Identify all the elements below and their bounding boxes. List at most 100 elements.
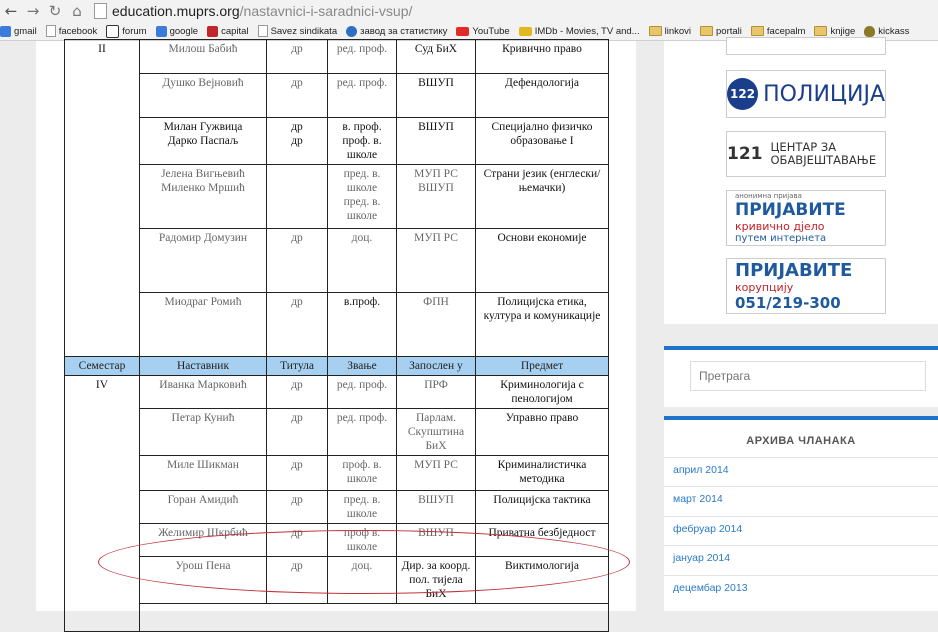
address-bar[interactable]: education.muprs.org/nastavnici-i-saradni… xyxy=(94,3,412,19)
table-row: Горан Амидић др пред. в. школе ВШУП Поли… xyxy=(65,490,609,524)
bookmark-knjige[interactable]: knjige xyxy=(814,26,855,37)
rank-cell: ред. проф. xyxy=(327,375,397,409)
bookmark-capital[interactable]: capital xyxy=(207,25,249,37)
bookmark-kickass[interactable]: kickass xyxy=(864,25,909,37)
bookmark-linkovi[interactable]: linkovi xyxy=(648,26,691,37)
bookmark-google[interactable]: google xyxy=(155,25,198,37)
table-row: Миле Шикман др проф. в. школе МУП РС Кри… xyxy=(65,455,609,491)
title-cell: др xyxy=(266,408,328,456)
teacher-cell: Миле Шикман xyxy=(139,455,267,491)
table-row: Урош Пена др доц. Дир. за коорд. пол. ти… xyxy=(65,556,609,604)
table-row: II Милош Бабић др ред. проф. Суд БиХ Кри… xyxy=(64,39,609,357)
reload-icon[interactable]: ↻ xyxy=(44,2,66,20)
rank-cell: проф в. школе xyxy=(327,523,397,557)
employer-cell: ВШУП xyxy=(396,490,476,524)
title-cell: др xyxy=(266,455,328,491)
subject-cell: Кривично право xyxy=(475,39,609,74)
police-number: 122 xyxy=(727,78,759,110)
table-row: Душко Вејновић др ред. проф. ВШУП Дефенд… xyxy=(65,73,609,118)
subject-cell: Криминологија с пенологијом xyxy=(475,375,609,409)
corruption-red: корупцију xyxy=(735,281,794,294)
rank-cell: ред. проф. xyxy=(327,39,397,74)
archive-link[interactable]: јануар 2014 xyxy=(673,552,730,564)
sidebar: 122 ПОЛИЦИЈА 121 ЦЕНТАР ЗА ОБАВЈЕШТАВАЊЕ… xyxy=(664,37,938,611)
bookmark-facepalm[interactable]: facepalm xyxy=(750,26,805,37)
title-cell: др xyxy=(266,228,328,293)
employer-cell: ВШУП xyxy=(396,117,476,165)
imdb-icon xyxy=(518,26,532,36)
address-row: ← → ↻ ⌂ education.muprs.org/nastavnici-i… xyxy=(0,0,938,22)
forum-icon xyxy=(106,24,120,38)
divider xyxy=(664,575,938,576)
table-row: Јелена Вигњевић Миленко Мршић пред. в. ш… xyxy=(65,164,609,229)
subject-cell: Приватна безбједност xyxy=(475,523,609,557)
divider xyxy=(664,516,938,517)
bookmark-savez-sindikata[interactable]: Savez sindikata xyxy=(257,25,337,37)
rank-cell: пред. в. школе xyxy=(327,490,397,524)
subject-cell: Основи економије xyxy=(475,228,609,293)
teacher-cell: Урош Пена xyxy=(139,556,267,604)
banner-top-partial[interactable] xyxy=(726,37,886,55)
banner-report-crime[interactable]: анонимна пријава ПРИЈАВИТЕ кривично дјел… xyxy=(726,190,886,246)
rank-cell: ред. проф. xyxy=(327,73,397,118)
page-gutter xyxy=(636,41,664,611)
teacher-cell: Милан Гужвица Дарко Паспаљ xyxy=(139,117,267,165)
table-header-row: Семестар Наставник Титула Звање Запослен… xyxy=(64,356,609,376)
title-cell: др xyxy=(266,73,328,118)
search-input[interactable] xyxy=(690,361,926,391)
banner-police[interactable]: 122 ПОЛИЦИЈА xyxy=(726,70,886,118)
info-label: ЦЕНТАР ЗА ОБАВЈЕШТАВАЊЕ xyxy=(770,140,877,167)
teacher-cell: Желимир Шкрбић xyxy=(139,523,267,557)
table-row: Миодраг Ромић др в.проф. ФПН Полицијска … xyxy=(65,292,609,357)
bookmark-gmail[interactable]: gmail xyxy=(0,25,37,37)
archive-link[interactable]: март 2014 xyxy=(673,493,723,505)
title-cell: др xyxy=(266,292,328,357)
subject-cell: Криминалистичка методика xyxy=(475,455,609,491)
home-icon[interactable]: ⌂ xyxy=(66,2,88,20)
header-subject: Предмет xyxy=(475,356,609,376)
archive-link[interactable]: децембар 2013 xyxy=(673,582,748,594)
table-row: Петар Кунић др ред. проф. Парлам. Скупшт… xyxy=(65,408,609,456)
page-margin xyxy=(0,41,36,611)
teacher-cell: Јелена Вигњевић Миленко Мршић xyxy=(139,164,267,229)
rank-cell: ред. проф. xyxy=(327,408,397,456)
employer-cell: МУП РС xyxy=(396,455,476,491)
header-semester: Семестар xyxy=(64,356,140,376)
subject-cell: Дефендологија xyxy=(475,73,609,118)
forward-icon[interactable]: → xyxy=(22,2,44,20)
teacher-cell: Горан Амидић xyxy=(139,490,267,524)
bookmark-zavod[interactable]: завод за статистику xyxy=(346,25,447,37)
archive-link[interactable]: фебруар 2014 xyxy=(673,523,742,535)
table-row: Милан Гужвица Дарко Паспаљ др др в. проф… xyxy=(65,117,609,165)
google-icon xyxy=(0,25,11,37)
back-icon[interactable]: ← xyxy=(0,2,22,20)
employer-cell: ПРФ xyxy=(396,375,476,409)
employer-cell: ФПН xyxy=(396,292,476,357)
employer-cell: Суд БиХ xyxy=(396,39,476,74)
banner-info-center[interactable]: 121 ЦЕНТАР ЗА ОБАВЈЕШТАВАЊЕ xyxy=(726,131,886,177)
subject-cell: Виктимологија xyxy=(475,556,609,604)
semester-cell: IV xyxy=(64,375,140,632)
archive-title: АРХИВА ЧЛАНАКА xyxy=(746,435,856,447)
bookmark-youtube[interactable]: YouTube xyxy=(456,26,510,37)
page-icon xyxy=(257,25,268,37)
crime-red: кривично дјело xyxy=(735,220,825,233)
corruption-main: ПРИЈАВИТЕ xyxy=(735,260,853,281)
search-widget xyxy=(664,350,938,407)
folder-icon xyxy=(648,26,662,36)
divider xyxy=(664,457,938,458)
teacher-cell: Иванка Марковић xyxy=(139,375,267,409)
teacher-cell: Радомир Домузин xyxy=(139,228,267,293)
browser-chrome: ← → ↻ ⌂ education.muprs.org/nastavnici-i… xyxy=(0,0,938,41)
bookmark-imdb[interactable]: IMDb - Movies, TV and... xyxy=(518,26,640,37)
rank-cell: в. проф. проф. в. школе xyxy=(327,117,397,165)
table-row xyxy=(65,603,609,632)
banner-report-corruption[interactable]: ПРИЈАВИТЕ корупцију 051/219-300 xyxy=(726,258,886,314)
archive-link[interactable]: април 2014 xyxy=(673,464,729,476)
bookmark-portali[interactable]: portali xyxy=(700,26,742,37)
teacher-cell: Миодраг Ромић xyxy=(139,292,267,357)
teacher-cell: Душко Вејновић xyxy=(139,73,267,118)
bookmark-forum[interactable]: forum xyxy=(106,24,147,38)
bookmark-facebook[interactable]: facebook xyxy=(45,25,97,37)
subject-cell: Управно право xyxy=(475,408,609,456)
